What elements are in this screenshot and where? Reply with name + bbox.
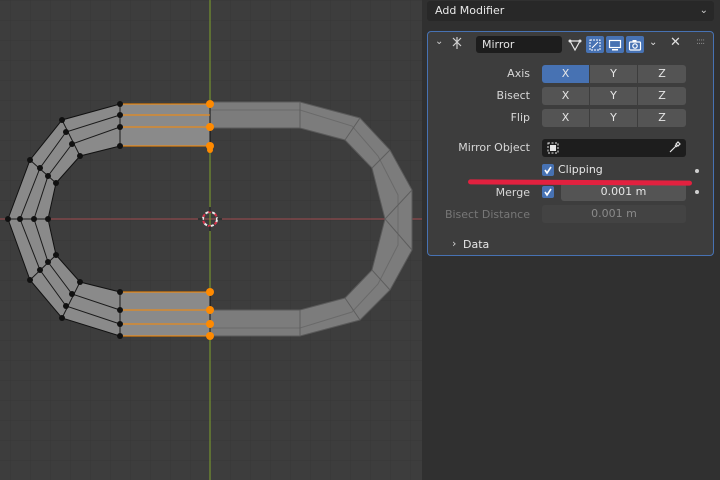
mirror-modifier-panel: ⌄ Mirror ⌄ ✕ :::: Axis X Y Z Bisect X Y [427,31,714,256]
add-modifier-label: Add Modifier [435,4,505,17]
eyedropper-icon[interactable] [668,140,682,160]
edit-mode-icon[interactable] [566,36,584,53]
chevron-down-icon: ⌄ [699,5,708,16]
properties-panel: Add Modifier ⌄ ⌄ Mirror ⌄ ✕ :::: Axis X … [422,0,720,480]
modifier-name-field[interactable]: Mirror [476,36,562,53]
3d-viewport[interactable] [0,0,422,480]
viewport-canvas[interactable] [0,0,422,480]
drag-handle-icon[interactable]: :::: [696,37,705,47]
chevron-down-icon[interactable]: ⌄ [649,37,657,48]
viewport-icon[interactable] [606,36,624,53]
keyframe-dot[interactable] [695,169,699,173]
bisect-distance-label: Bisect Distance [444,208,530,221]
mirror-object-field[interactable] [542,139,686,157]
collapse-chevron-icon[interactable]: ⌄ [435,36,443,47]
bisect-toggle-group: X Y Z [542,87,686,105]
cage-icon[interactable] [586,36,604,53]
close-icon[interactable]: ✕ [670,35,681,50]
axis-label: Axis [507,67,530,80]
axis-toggle-group: X Y Z [542,65,686,83]
bisect-x-toggle[interactable]: X [542,87,590,105]
merge-checkbox[interactable] [542,186,554,198]
axis-z-toggle[interactable]: Z [638,65,686,83]
bisect-y-toggle[interactable]: Y [590,87,638,105]
add-modifier-dropdown[interactable]: Add Modifier ⌄ [427,1,714,21]
clipping-checkbox[interactable] [542,164,554,176]
flip-label: Flip [510,111,530,124]
flip-toggle-group: X Y Z [542,109,686,127]
axis-y-toggle[interactable]: Y [590,65,638,83]
flip-x-toggle[interactable]: X [542,109,590,127]
flip-y-toggle[interactable]: Y [590,109,638,127]
axis-x-toggle[interactable]: X [542,65,590,83]
merge-label: Merge [495,186,530,199]
mirror-object-label: Mirror Object [458,141,530,154]
keyframe-dot[interactable] [695,190,699,194]
modifier-icon [450,36,464,53]
data-section-header[interactable]: Data [463,238,489,251]
bisect-z-toggle[interactable]: Z [638,87,686,105]
chevron-right-icon[interactable]: › [452,237,456,250]
bisect-label: Bisect [496,89,530,102]
merge-distance-field[interactable]: 0.001 m [561,183,686,201]
grid-floor [0,0,422,480]
render-icon[interactable] [626,36,644,53]
flip-z-toggle[interactable]: Z [638,109,686,127]
object-icon [546,141,560,161]
bisect-distance-field[interactable]: 0.001 m [542,205,686,223]
clipping-label: Clipping [558,163,603,176]
